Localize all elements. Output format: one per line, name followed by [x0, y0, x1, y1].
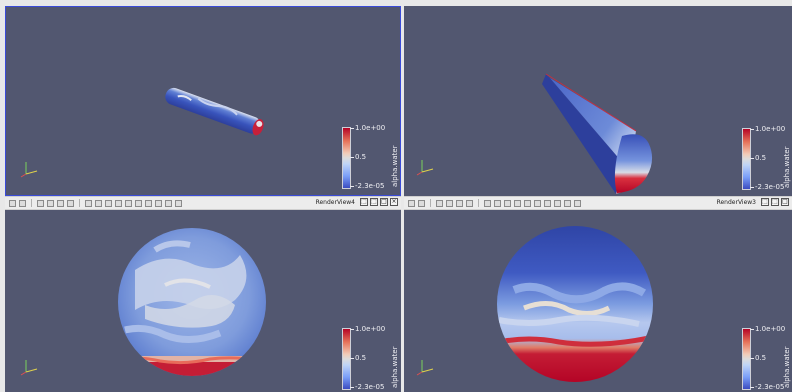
legend-color-bar: [742, 128, 751, 190]
legend-color-bar: [342, 127, 351, 189]
select-cells-icon[interactable]: [85, 199, 92, 207]
orientation-icon[interactable]: [456, 199, 463, 207]
legend-min-label: -2.3e-05: [755, 383, 785, 391]
legend-min-label: -2.3e-05: [355, 383, 385, 391]
legend-mid-label: 0.5: [355, 354, 367, 362]
3d-toggle-icon[interactable]: [436, 199, 443, 207]
3d-toggle-icon[interactable]: [37, 199, 44, 207]
grow-selection-icon[interactable]: [145, 199, 152, 207]
interactive-select-icon[interactable]: [125, 199, 132, 207]
orientation-axes-icon: [416, 360, 434, 376]
color-legend: 1.0e+00 0.5 -2.3e-05 alpha.water: [342, 124, 399, 190]
view-name-label: RenderView4: [315, 198, 355, 206]
split-horizontal-icon[interactable]: ⬚: [360, 198, 368, 206]
shrink-selection-icon[interactable]: [155, 199, 162, 207]
interactive-select-icon[interactable]: [524, 199, 531, 207]
close-icon[interactable]: ×: [390, 198, 398, 206]
select-block-icon[interactable]: [115, 199, 122, 207]
reset-camera-icon[interactable]: [67, 199, 74, 207]
legend-max-label: 1.0e+00: [355, 124, 386, 132]
clear-selection-icon[interactable]: [165, 199, 172, 207]
select-points-icon[interactable]: [95, 199, 102, 207]
view-toolbar-right: RenderView3 ⬚ ⬚ □: [404, 196, 792, 210]
select-block-icon[interactable]: [514, 199, 521, 207]
cross-section-view: [497, 226, 653, 382]
render-view-top-left[interactable]: 1.0e+00 0.5 -2.3e-05 alpha.water: [5, 6, 401, 196]
orientation-axes-icon: [20, 162, 38, 178]
shrink-selection-icon[interactable]: [554, 199, 561, 207]
view-name-label: RenderView3: [716, 198, 756, 206]
reset-camera-icon[interactable]: [466, 199, 473, 207]
pick-icon[interactable]: [418, 199, 425, 207]
camera-icon[interactable]: [47, 199, 54, 207]
camera-icon[interactable]: [446, 199, 453, 207]
grow-selection-icon[interactable]: [544, 199, 551, 207]
split-vertical-icon[interactable]: ⬚: [370, 198, 378, 206]
polygon-select-icon[interactable]: [574, 199, 581, 207]
wedge-perspective-view: [542, 73, 653, 194]
legend-title: alpha.water: [783, 346, 791, 388]
orientation-icon[interactable]: [57, 199, 64, 207]
render-view-bottom-right[interactable]: 1.0e+00 0.5 -2.3e-05 alpha.water: [404, 210, 792, 392]
legend-max-label: 1.0e+00: [755, 325, 786, 333]
clear-selection-icon[interactable]: [564, 199, 571, 207]
legend-min-label: -2.3e-05: [755, 183, 785, 191]
legend-title: alpha.water: [783, 146, 791, 188]
legend-mid-label: 0.5: [355, 153, 367, 161]
hover-points-icon[interactable]: [534, 199, 541, 207]
split-vertical-icon[interactable]: ⬚: [771, 198, 779, 206]
legend-mid-label: 0.5: [755, 154, 767, 162]
camera-tools: [9, 199, 182, 207]
color-legend: 1.0e+00 0.5 -2.3e-05 alpha.water: [342, 325, 399, 391]
pick-icon[interactable]: [19, 199, 26, 207]
split-horizontal-icon[interactable]: ⬚: [761, 198, 769, 206]
legend-mid-label: 0.5: [755, 354, 767, 362]
interact-icon[interactable]: [9, 199, 16, 207]
select-frustum-icon[interactable]: [504, 199, 511, 207]
orientation-axes-icon: [416, 160, 434, 176]
render-view-top-right[interactable]: 1.0e+00 0.5 -2.3e-05 alpha.water: [404, 6, 792, 196]
select-points-icon[interactable]: [494, 199, 501, 207]
legend-color-bar: [342, 328, 351, 390]
polygon-select-icon[interactable]: [175, 199, 182, 207]
select-frustum-icon[interactable]: [105, 199, 112, 207]
orientation-axes-icon: [20, 360, 38, 376]
legend-max-label: 1.0e+00: [355, 325, 386, 333]
color-legend: 1.0e+00 0.5 -2.3e-05 alpha.water: [742, 325, 791, 391]
view-toolbar-left: RenderView4 ⬚ ⬚ □ ×: [5, 196, 401, 210]
select-cells-icon[interactable]: [484, 199, 491, 207]
maximize-icon[interactable]: □: [781, 198, 789, 206]
legend-max-label: 1.0e+00: [755, 125, 786, 133]
legend-title: alpha.water: [391, 346, 399, 388]
interact-icon[interactable]: [408, 199, 415, 207]
maximize-icon[interactable]: □: [380, 198, 388, 206]
legend-title: alpha.water: [391, 145, 399, 187]
legend-min-label: -2.3e-05: [355, 182, 385, 190]
color-legend: 1.0e+00 0.5 -2.3e-05 alpha.water: [742, 125, 791, 191]
camera-tools: [408, 199, 581, 207]
render-view-bottom-left[interactable]: 1.0e+00 0.5 -2.3e-05 alpha.water: [5, 210, 401, 392]
hover-points-icon[interactable]: [135, 199, 142, 207]
legend-color-bar: [742, 328, 751, 390]
